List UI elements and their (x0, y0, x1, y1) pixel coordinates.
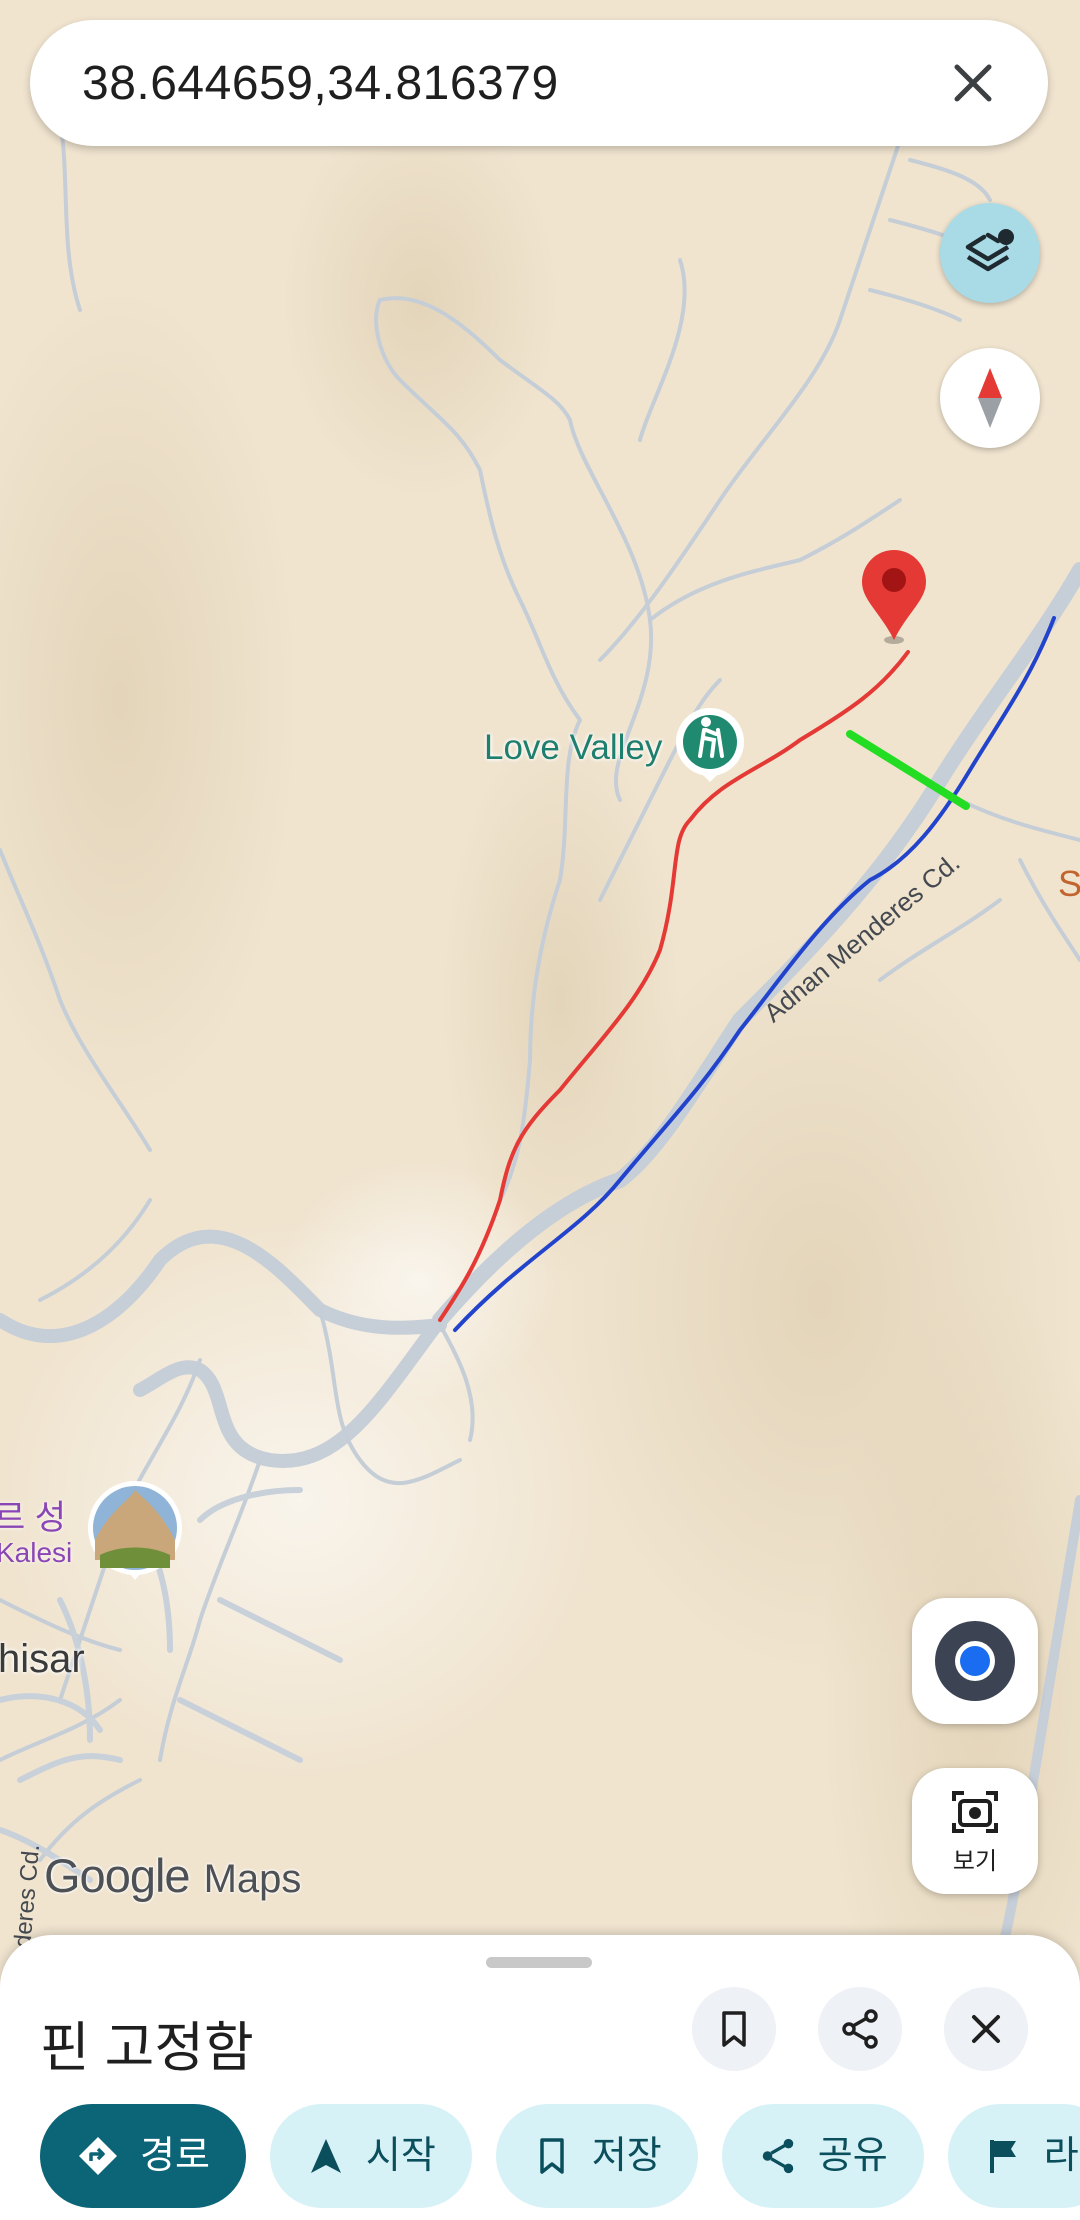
flag-icon (989, 2140, 1016, 2173)
bottom-sheet[interactable]: 핀 고정함 경로 시작 저장 공유 라 (0, 1935, 1080, 2220)
clear-search-button[interactable] (938, 48, 1008, 118)
compass-button[interactable] (940, 348, 1040, 448)
lens-view-label: 보기 (952, 1847, 998, 1875)
label-button[interactable]: 라 (947, 2104, 1080, 2208)
search-bar[interactable]: 38.644659,34.816379 (30, 20, 1048, 146)
bookmark-icon (540, 2138, 564, 2174)
share-label: 공유 (817, 2135, 888, 2177)
close-icon (954, 64, 992, 102)
google-maps-watermark: Google Maps (44, 1848, 301, 1903)
label-label: 라 (1043, 2135, 1079, 2177)
layers-button[interactable] (940, 203, 1040, 303)
directions-label: 경로 (140, 2135, 210, 2177)
sheet-title: 핀 고정함 (40, 2018, 254, 2078)
town-label: hisar (0, 1637, 85, 1681)
castle-photo-marker[interactable] (88, 1481, 182, 1580)
close-sheet-button[interactable] (944, 1987, 1028, 2071)
share-icon-button[interactable] (818, 1987, 902, 2071)
share-icon (762, 2138, 794, 2174)
camera-icon (952, 1790, 998, 1833)
save-button[interactable]: 저장 (495, 2104, 698, 2208)
my-location-icon (935, 1621, 1015, 1701)
close-icon (972, 2015, 1000, 2043)
search-query[interactable]: 38.644659,34.816379 (82, 56, 938, 111)
action-chips: 경로 시작 저장 공유 라 (40, 2104, 1080, 2208)
start-label: 시작 (365, 2135, 436, 2177)
directions-button[interactable]: 경로 (40, 2104, 246, 2208)
save-label: 저장 (591, 2135, 662, 2177)
share-button[interactable]: 공유 (721, 2104, 924, 2208)
navigation-arrow-icon (310, 2139, 341, 2173)
poi-label-castle-korean[interactable]: 르 성 (0, 1490, 66, 1539)
edge-place-label: S (1058, 863, 1080, 904)
share-icon (842, 2009, 878, 2049)
watermark-maps: Maps (203, 1857, 302, 1901)
lens-view-button[interactable]: 보기 (912, 1768, 1038, 1894)
compass-icon (978, 368, 1002, 428)
sheet-drag-handle[interactable] (486, 1957, 592, 1968)
poi-label-castle-english[interactable]: Kalesi (0, 1537, 72, 1569)
directions-icon (79, 2137, 117, 2175)
bookmark-icon (722, 2011, 746, 2047)
layers-icon (965, 229, 1014, 272)
poi-label-love-valley[interactable]: Love Valley (484, 728, 662, 768)
watermark-google: Google (44, 1849, 191, 1902)
start-button[interactable]: 시작 (269, 2104, 472, 2208)
my-location-button[interactable] (912, 1598, 1038, 1724)
save-icon-button[interactable] (692, 1987, 776, 2071)
